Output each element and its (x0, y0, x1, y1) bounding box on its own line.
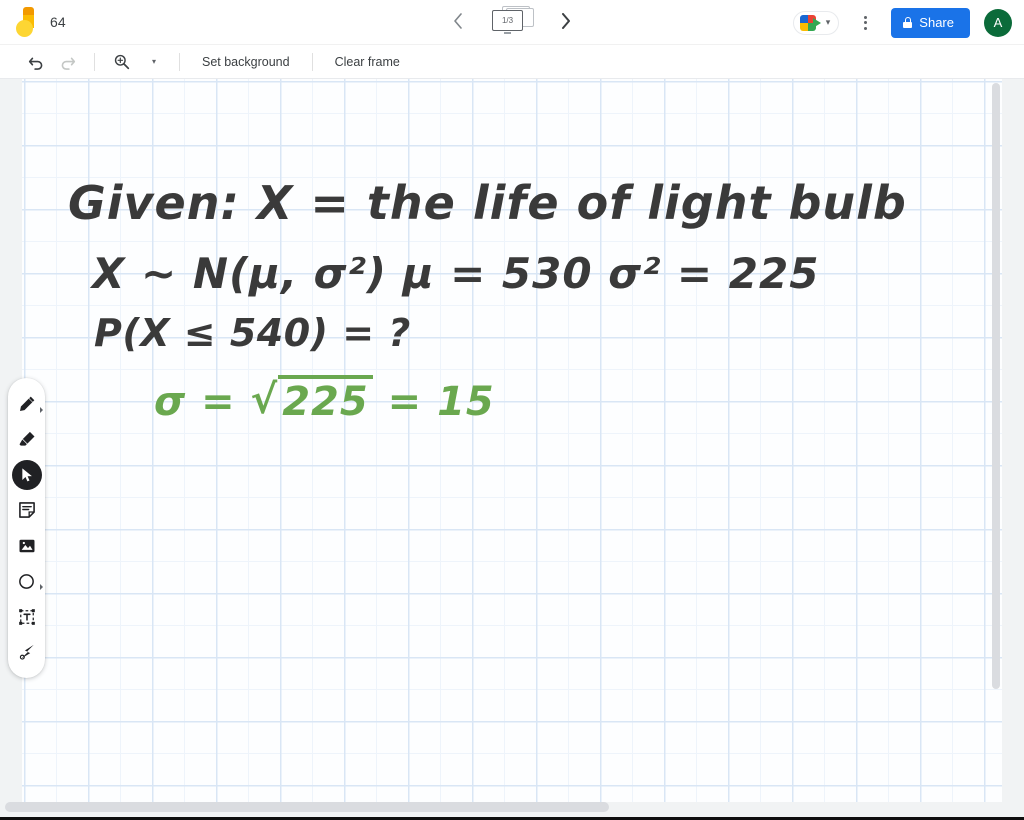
undo-icon (28, 57, 43, 70)
zoom-magnifier-icon (114, 54, 129, 70)
meet-caret-icon: ▾ (825, 17, 831, 27)
pen-icon (19, 396, 34, 411)
lock-icon (903, 17, 913, 28)
sigma-suffix: = 15 (372, 379, 495, 425)
redo-icon (61, 57, 76, 70)
tool-laser-pointer[interactable] (10, 635, 44, 671)
chevron-left-icon (454, 13, 462, 29)
avatar[interactable]: A (984, 8, 1012, 37)
cursor-select-icon (21, 468, 32, 482)
jamboard-window: 64 1/3 ▾ Share A ▾ Set background Clear … (0, 0, 1024, 820)
avatar-initial: A (993, 15, 1003, 30)
jam-canvas-area[interactable]: Given: X = the life of light bulb X ~ N(… (0, 79, 1024, 820)
header-left-group: 64 (0, 7, 66, 37)
toolbar-divider-1 (94, 52, 95, 71)
redo-button[interactable] (52, 48, 84, 76)
image-icon (19, 539, 34, 552)
frame-stand-icon (504, 32, 511, 34)
shape-options-caret-icon[interactable] (39, 584, 43, 590)
kebab-menu-icon[interactable] (853, 15, 877, 30)
app-header: 64 1/3 ▾ Share A (0, 0, 1024, 45)
share-button-label: Share (919, 15, 954, 30)
toolbar-divider-2 (179, 52, 180, 71)
frame-counter-button[interactable]: 1/3 (490, 6, 534, 36)
text-box-icon (18, 608, 35, 625)
tool-text-box[interactable] (10, 599, 44, 635)
horizontal-scrollbar-thumb[interactable] (5, 802, 609, 812)
tool-image[interactable] (10, 528, 44, 564)
google-meet-camera-icon (799, 14, 822, 31)
graph-paper-grid[interactable]: Given: X = the life of light bulb X ~ N(… (22, 79, 1002, 802)
handwriting-line-1: Given: X = the life of light bulb (68, 176, 907, 230)
sticky-note-icon (18, 502, 35, 519)
meet-button[interactable]: ▾ (792, 10, 840, 35)
set-background-button[interactable]: Set background (190, 51, 302, 73)
horizontal-scrollbar[interactable] (0, 802, 1024, 817)
undo-button[interactable] (20, 48, 52, 76)
laser-pointer-icon (19, 645, 34, 660)
prev-frame-button[interactable] (444, 7, 472, 35)
frame-navigation: 1/3 (444, 6, 580, 36)
eraser-icon (19, 432, 34, 446)
zoom-dropdown-button[interactable]: ▾ (137, 48, 169, 76)
frame-stack-front-icon: 1/3 (492, 10, 523, 31)
vertical-scrollbar-thumb[interactable] (992, 83, 1000, 689)
circle-shape-icon (19, 573, 34, 589)
tool-shape[interactable] (10, 564, 44, 600)
edit-toolbar: ▾ Set background Clear frame (0, 45, 1024, 79)
handwriting-line-4: σ = √ 225 = 15 (154, 375, 495, 425)
sigma-prefix: σ = (154, 379, 251, 425)
header-right-group: ▾ Share A (792, 0, 1012, 45)
chevron-right-icon (562, 13, 570, 29)
page-title[interactable]: 64 (50, 14, 66, 30)
jamboard-logo-icon[interactable] (14, 7, 38, 37)
pen-options-caret-icon[interactable] (39, 406, 43, 413)
tool-eraser[interactable] (10, 422, 44, 458)
zoom-button[interactable] (105, 48, 137, 76)
next-frame-button[interactable] (552, 7, 580, 35)
tool-select[interactable] (10, 457, 44, 493)
share-button[interactable]: Share (891, 7, 970, 38)
toolbar-divider-3 (311, 52, 313, 71)
vertical-scrollbar[interactable] (990, 79, 1002, 802)
tool-pen[interactable] (10, 386, 44, 422)
chevron-down-icon: ▾ (151, 57, 156, 66)
handwriting-line-3: P(X ≤ 540) = ? (94, 311, 411, 355)
radicand: 225 (278, 375, 373, 425)
drawing-tools-palette (8, 378, 45, 678)
tool-sticky-note[interactable] (10, 493, 44, 529)
frame-counter-label: 1/3 (501, 16, 514, 25)
clear-frame-button[interactable]: Clear frame (323, 51, 412, 73)
handwriting-line-2: X ~ N(μ, σ²) μ = 530 σ² = 225 (92, 249, 820, 298)
